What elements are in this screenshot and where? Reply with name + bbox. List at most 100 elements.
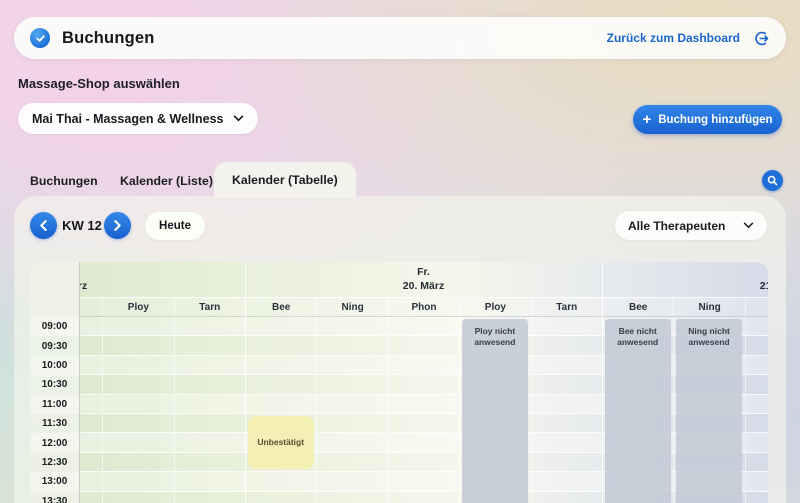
calendar-cell[interactable]: [389, 472, 459, 491]
calendar-cell[interactable]: [317, 395, 387, 414]
calendar-cell[interactable]: [103, 356, 173, 375]
calendar-cell[interactable]: [532, 472, 602, 491]
calendar-cell[interactable]: [175, 317, 245, 336]
calendar-cell[interactable]: [532, 356, 602, 375]
calendar-cell[interactable]: [746, 336, 768, 355]
day-header: Sa.21. März: [602, 262, 768, 297]
calendar-cell[interactable]: [103, 433, 173, 452]
calendar-cell[interactable]: [246, 472, 316, 491]
calendar-cell[interactable]: [532, 433, 602, 452]
calendar-cell[interactable]: [532, 336, 602, 355]
calendar-cell[interactable]: [317, 414, 387, 433]
time-label: 11:30: [30, 414, 79, 433]
chevron-down-icon: [743, 222, 754, 229]
calendar-cell[interactable]: [175, 395, 245, 414]
calendar-cell[interactable]: [317, 356, 387, 375]
calendar-cell[interactable]: [175, 453, 245, 472]
add-booking-label: Buchung hinzufügen: [658, 114, 772, 126]
calendar-cell[interactable]: [389, 453, 459, 472]
tab-kalender-liste[interactable]: Kalender (Liste): [120, 174, 213, 188]
calendar-cell[interactable]: [746, 414, 768, 433]
logout-icon[interactable]: [753, 30, 770, 47]
shop-selector-label: Massage-Shop auswählen: [18, 76, 180, 91]
add-booking-button[interactable]: + Buchung hinzufügen: [633, 105, 782, 134]
calendar-cell[interactable]: [103, 472, 173, 491]
calendar-cell[interactable]: [389, 375, 459, 394]
calendar-cell[interactable]: [175, 472, 245, 491]
calendar-cell[interactable]: [389, 356, 459, 375]
calendar-cell[interactable]: [532, 492, 602, 503]
day-group-divider: [602, 262, 603, 503]
therapist-filter-select[interactable]: Alle Therapeuten: [615, 211, 767, 240]
therapist-day-column: [174, 317, 245, 503]
calendar-cell[interactable]: [175, 336, 245, 355]
calendar-cell[interactable]: [317, 336, 387, 355]
calendar-cell[interactable]: [246, 336, 316, 355]
calendar-cell[interactable]: [103, 492, 173, 503]
calendar-cell[interactable]: [746, 356, 768, 375]
today-button[interactable]: Heute: [145, 212, 205, 240]
tab-kalender-tabelle[interactable]: Kalender (Tabelle): [214, 162, 356, 197]
calendar-cell[interactable]: [389, 414, 459, 433]
next-week-button[interactable]: [104, 212, 131, 239]
calendar-cell[interactable]: [389, 336, 459, 355]
calendar-cell[interactable]: [389, 317, 459, 336]
calendar-cell[interactable]: [246, 356, 316, 375]
calendar-cell[interactable]: [175, 356, 245, 375]
time-label: 10:30: [30, 375, 79, 394]
shop-select[interactable]: Mai Thai - Massagen & Wellness: [18, 103, 258, 134]
time-gutter-header: [30, 262, 79, 317]
calendar-cell[interactable]: [746, 317, 768, 336]
calendar-cell[interactable]: [246, 317, 316, 336]
calendar-cell[interactable]: [532, 453, 602, 472]
time-label: 10:00: [30, 356, 79, 375]
prev-week-button[interactable]: [30, 212, 57, 239]
calendar-cell[interactable]: [389, 433, 459, 452]
calendar-cell[interactable]: [532, 395, 602, 414]
calendar-cell[interactable]: [532, 414, 602, 433]
calendar-cell[interactable]: [389, 492, 459, 503]
calendar-cell[interactable]: [317, 453, 387, 472]
shop-select-value: Mai Thai - Massagen & Wellness: [32, 112, 224, 126]
calendar-cell[interactable]: [175, 414, 245, 433]
calendar-cell[interactable]: [175, 492, 245, 503]
tab-buchungen[interactable]: Buchungen: [30, 174, 98, 188]
calendar-cell[interactable]: [746, 395, 768, 414]
calendar-cell[interactable]: [532, 375, 602, 394]
time-label: 13:30: [30, 492, 79, 503]
back-to-dashboard-link[interactable]: Zurück zum Dashboard: [607, 31, 740, 45]
booking-pending[interactable]: Unbestätigt: [248, 416, 314, 469]
calendar-cell[interactable]: [746, 453, 768, 472]
calendar-cell[interactable]: [246, 395, 316, 414]
calendar-cell[interactable]: [175, 375, 245, 394]
calendar-cell[interactable]: [103, 414, 173, 433]
check-badge-icon: [30, 28, 50, 48]
calendar-cell[interactable]: [246, 492, 316, 503]
calendar-cell[interactable]: [103, 395, 173, 414]
app-header: Buchungen Zurück zum Dashboard: [14, 17, 786, 59]
calendar-cell[interactable]: [246, 375, 316, 394]
calendar-cell[interactable]: [746, 492, 768, 503]
therapist-column-header: Ning: [316, 298, 387, 316]
calendar-cell[interactable]: [317, 433, 387, 452]
calendar-cell[interactable]: [317, 472, 387, 491]
calendar-cell[interactable]: [389, 395, 459, 414]
calendar-cell[interactable]: [317, 375, 387, 394]
calendar-cell[interactable]: [746, 433, 768, 452]
calendar-table[interactable]: Do.19. MärzBeeNingPhonPloyTarnFr.20. Mär…: [30, 262, 768, 503]
calendar-cell[interactable]: [103, 375, 173, 394]
chevron-down-icon: [233, 115, 244, 122]
calendar-cell[interactable]: [746, 472, 768, 491]
day-header: Fr.20. März: [245, 262, 602, 297]
calendar-cell[interactable]: [103, 453, 173, 472]
therapist-column-header: Tarn: [174, 298, 245, 316]
calendar-cell[interactable]: [103, 317, 173, 336]
calendar-cell[interactable]: [103, 336, 173, 355]
search-button[interactable]: [762, 170, 783, 191]
therapist-column-header: Ploy: [459, 298, 530, 316]
calendar-cell[interactable]: [175, 433, 245, 452]
calendar-cell[interactable]: [746, 375, 768, 394]
calendar-cell[interactable]: [317, 492, 387, 503]
calendar-cell[interactable]: [532, 317, 602, 336]
calendar-cell[interactable]: [317, 317, 387, 336]
